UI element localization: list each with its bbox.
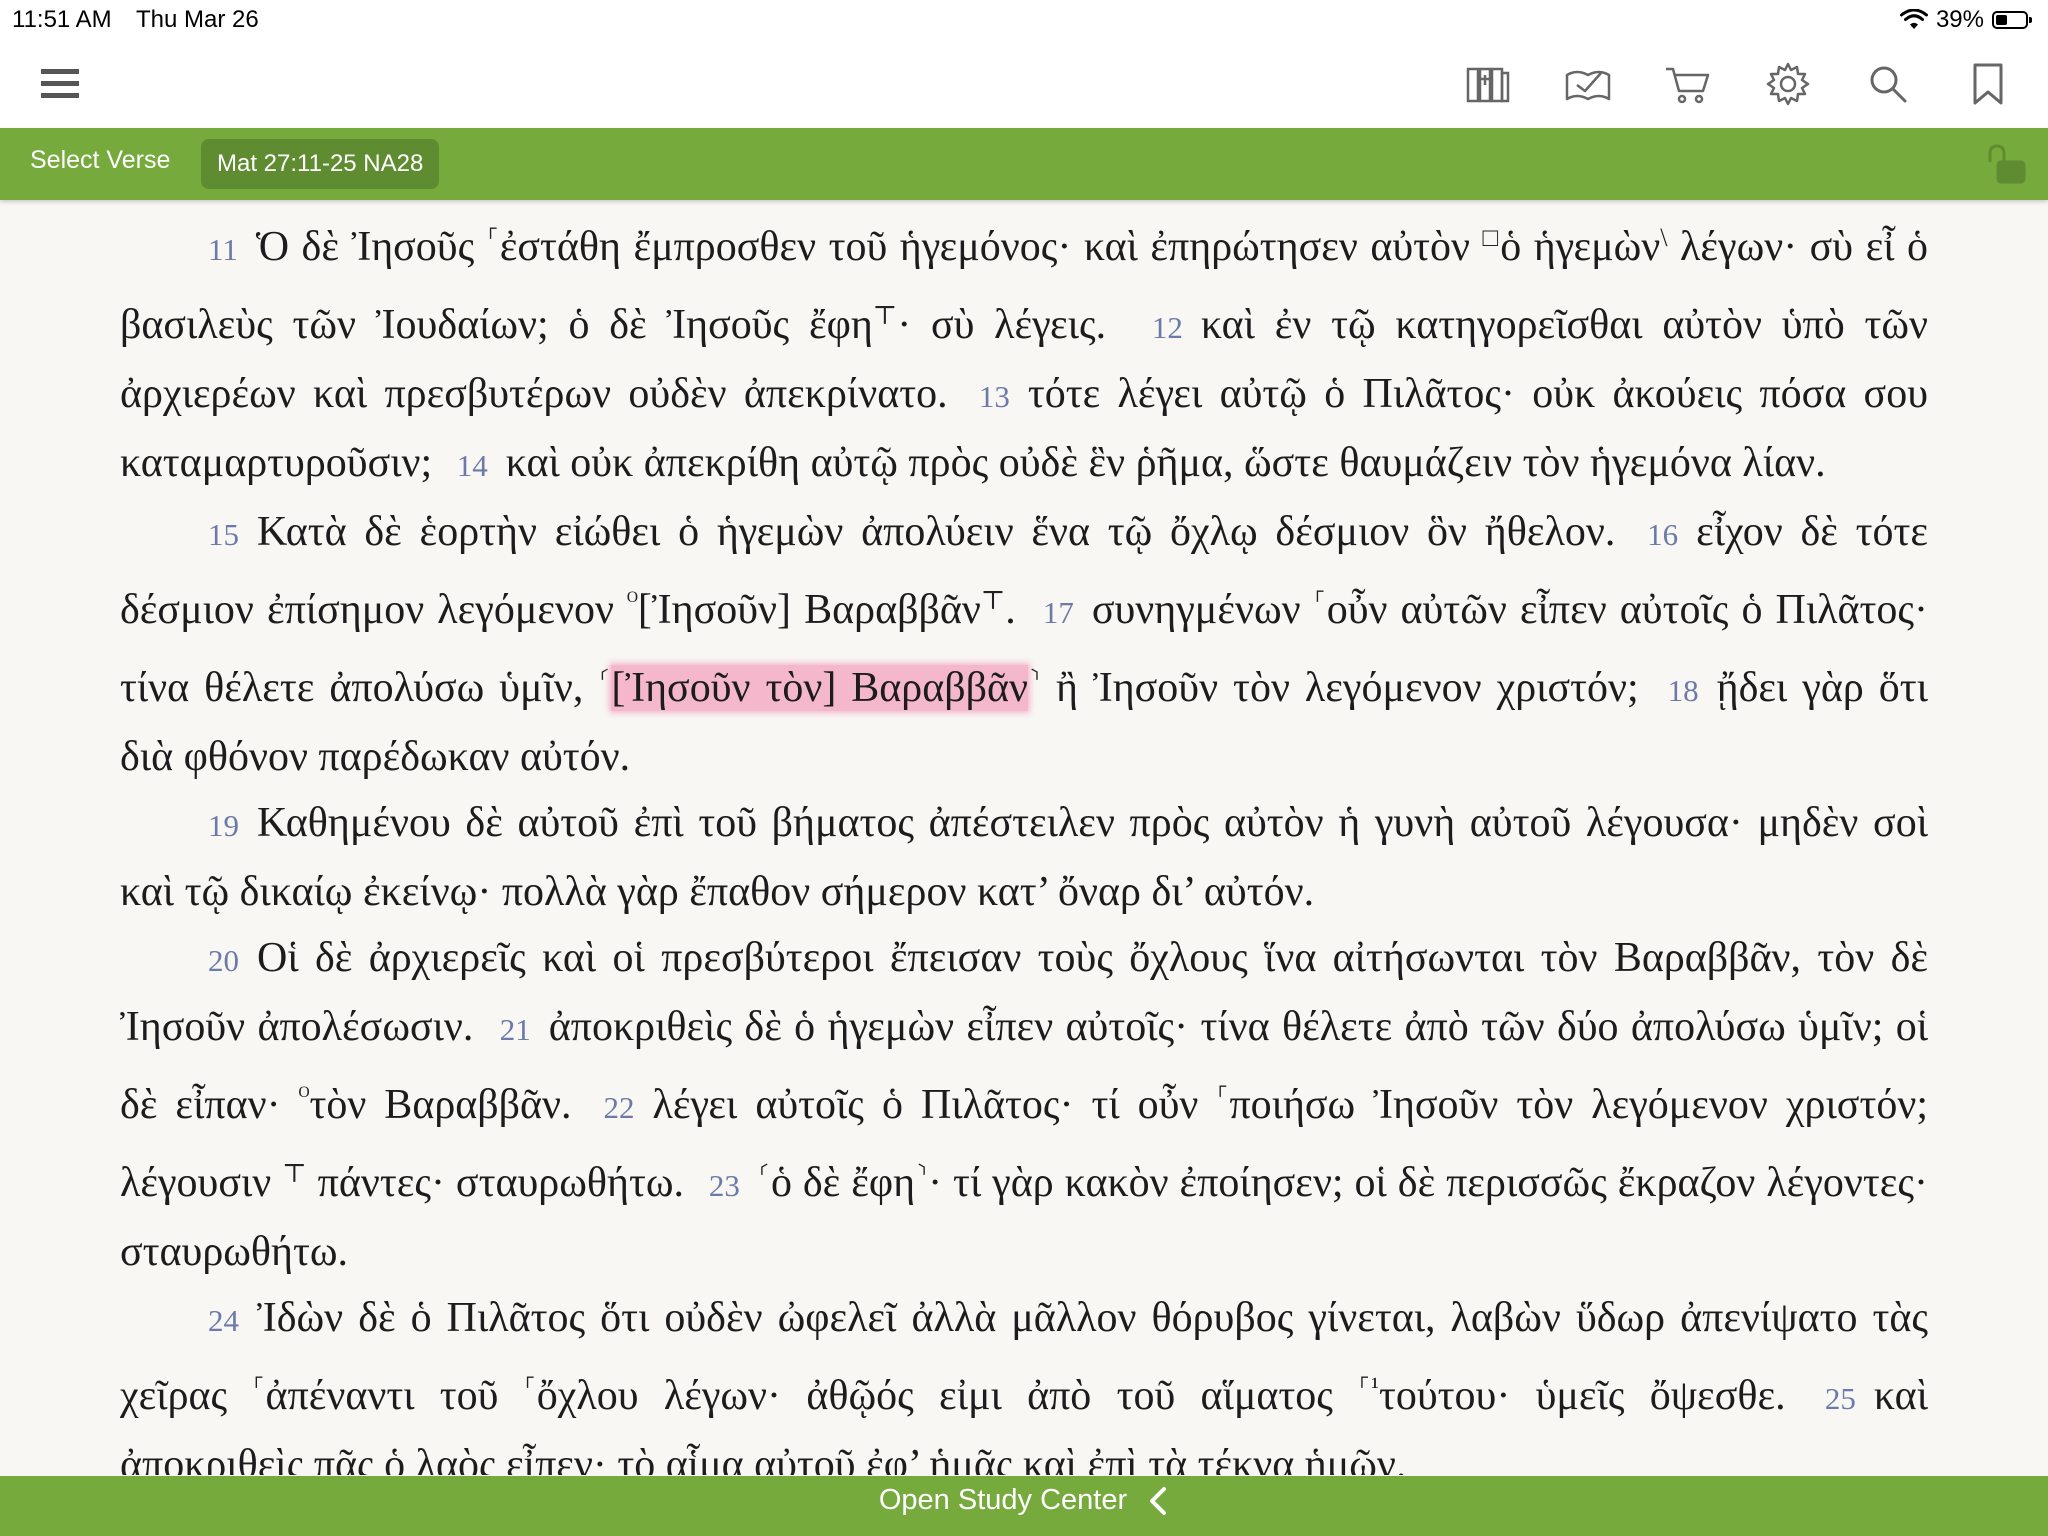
verse-text: ἐστάθη ἔμπροσθεν τοῦ ἡγεμόνος· καὶ ἐπηρώ…: [499, 224, 1483, 270]
verse-number[interactable]: 18: [1654, 673, 1717, 708]
battery-percent: 39%: [1935, 6, 1984, 33]
verse-number[interactable]: 17: [1029, 595, 1092, 630]
verse-text: Ὁ δὲ Ἰησοῦς: [255, 224, 487, 270]
verse-text: · σὺ λέγεις.: [897, 302, 1107, 348]
critical-mark[interactable]: ⸀: [1216, 1081, 1229, 1110]
verse-text: λέγει αὐτοῖς ὁ Πιλᾶτος· τί οὖν: [652, 1082, 1217, 1128]
highlighted-text[interactable]: [Ἰησοῦν τὸν] Βαραββᾶν: [611, 665, 1029, 711]
verse-number[interactable]: 24: [208, 1303, 257, 1338]
paragraph: 19 Καθημένου δὲ αὐτοῦ ἐπὶ τοῦ βήματος ἀπέ…: [120, 790, 1928, 925]
paragraph: 15 Κατὰ δὲ ἑορτὴν εἰώθει ὁ ἡγεμὼν ἀπολύει…: [120, 499, 1928, 790]
battery-icon: [1992, 11, 2032, 29]
verse-text: τὸν Βαραββᾶν.: [309, 1082, 572, 1128]
critical-mark[interactable]: ⸀: [487, 223, 500, 252]
verse-text: ὁ ἡγεμὼν: [1500, 224, 1661, 270]
verse-bar: Select Verse Mat 27:11-25 NA28: [0, 128, 2048, 200]
open-study-center-label: Open Study Center: [878, 1484, 1128, 1516]
toolbar: [0, 40, 2048, 128]
verse-number[interactable]: 21: [486, 1012, 549, 1047]
select-verse-button[interactable]: Select Verse: [30, 146, 170, 175]
menu-icon[interactable]: [34, 58, 86, 110]
unlocked-lock-icon[interactable]: [1984, 142, 2028, 186]
verse-text: ὁ δὲ ἔφη: [770, 1160, 916, 1206]
verse-number[interactable]: 22: [590, 1090, 653, 1125]
critical-mark[interactable]: ⸂: [598, 664, 611, 693]
chevron-left-icon: [1150, 1486, 1167, 1515]
critical-mark[interactable]: ⸀: [1314, 586, 1327, 615]
settings-icon[interactable]: [1762, 58, 1814, 110]
verse-number[interactable]: 13: [965, 379, 1028, 414]
verse-number[interactable]: 16: [1633, 517, 1696, 552]
verse-number[interactable]: 14: [443, 448, 506, 483]
verse-number[interactable]: 11: [208, 232, 256, 267]
critical-mark[interactable]: ⸀¹: [1358, 1372, 1379, 1401]
status-bar: 11:51 AM Thu Mar 26 39%: [0, 0, 2048, 40]
critical-mark[interactable]: ⸃: [915, 1159, 928, 1188]
verse-number[interactable]: 23: [695, 1168, 758, 1203]
verse-number[interactable]: 25: [1811, 1381, 1874, 1416]
verse-text: ἢ Ἰησοῦν τὸν λεγόμενον χριστόν;: [1041, 665, 1639, 711]
wifi-icon: [1899, 9, 1928, 29]
critical-mark[interactable]: ᴼ: [299, 1081, 310, 1110]
critical-mark[interactable]: ⸀: [252, 1372, 265, 1401]
verse-number[interactable]: 20: [208, 943, 257, 978]
critical-mark[interactable]: \: [1660, 223, 1667, 252]
status-date: Thu Mar 26: [136, 6, 259, 33]
verse-text: πάντες· σταυρωθήτω.: [306, 1160, 684, 1206]
verse-text: συνηγμένων: [1091, 587, 1314, 633]
reference-button[interactable]: Mat 27:11-25 NA28: [201, 139, 440, 189]
verse-text: ἀπέναντι τοῦ: [265, 1373, 524, 1419]
verse-number[interactable]: 19: [208, 808, 257, 843]
critical-mark[interactable]: ⸀: [524, 1372, 537, 1401]
critical-mark[interactable]: ⊤: [981, 586, 1005, 615]
bookmark-icon[interactable]: [1962, 58, 2014, 110]
verse-text: ὄχλου λέγων· ἀθῷός εἰμι ἀπὸ τοῦ αἵματος: [536, 1373, 1359, 1419]
open-study-center-button[interactable]: Open Study Center: [879, 1484, 1169, 1517]
verse-text: καὶ οὐκ ἀπεκρίθη αὐτῷ πρὸς οὐδὲ ἓν ῥῆμα,…: [505, 440, 1826, 486]
library-icon[interactable]: [1462, 58, 1514, 110]
critical-mark[interactable]: ⊤: [873, 301, 897, 330]
paragraph: 11 Ὁ δὲ Ἰησοῦς ⸀ἐστάθη ἔμπροσθεν τοῦ ἡγεμ…: [120, 205, 1928, 499]
verse-text: Κατὰ δὲ ἑορτὴν εἰώθει ὁ ἡγεμὼν ἀπολύειν …: [257, 509, 1616, 555]
status-time: 11:51 AM: [12, 6, 112, 33]
critical-mark[interactable]: ⊤: [282, 1159, 306, 1188]
search-icon[interactable]: [1862, 58, 1914, 110]
verse-text: τούτου· ὑμεῖς ὄψεσθε.: [1378, 1373, 1786, 1419]
verse-number[interactable]: 12: [1126, 310, 1201, 345]
cart-icon[interactable]: [1662, 58, 1714, 110]
critical-mark[interactable]: □: [1483, 223, 1501, 252]
paragraph: 20 Οἱ δὲ ἀρχιερεῖς καὶ οἱ πρεσβύτεροι ἔπε…: [120, 925, 1928, 1285]
reading-plan-icon[interactable]: [1562, 58, 1614, 110]
verse-text: [Ἰησοῦν] Βαραββᾶν: [637, 587, 981, 633]
scripture-text[interactable]: 11 Ὁ δὲ Ἰησοῦς ⸀ἐστάθη ἔμπροσθεν τοῦ ἡγεμ…: [120, 205, 1928, 1475]
paragraph: 24 Ἰδὼν δὲ ὁ Πιλᾶτος ὅτι οὐδὲν ὠφελεῖ ἀλλ…: [120, 1285, 1928, 1475]
bottom-bar: Open Study Center: [0, 1476, 2048, 1536]
verse-text: .: [1005, 587, 1016, 633]
verse-text: Καθημένου δὲ αὐτοῦ ἐπὶ τοῦ βήματος ἀπέστ…: [120, 800, 1928, 915]
critical-mark[interactable]: ⸂: [758, 1159, 771, 1188]
critical-mark[interactable]: ⸃: [1028, 664, 1041, 693]
critical-mark[interactable]: ᴼ: [627, 586, 638, 615]
verse-number[interactable]: 15: [208, 517, 257, 552]
status-right: 39%: [1899, 6, 2032, 34]
